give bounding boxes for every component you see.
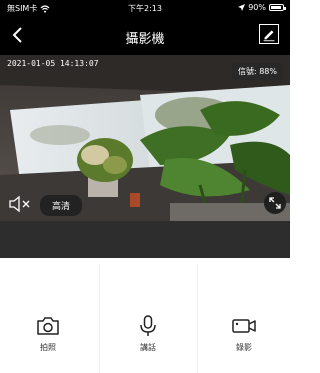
record-button[interactable]: 錄影 xyxy=(196,258,292,373)
edit-icon[interactable] xyxy=(259,24,279,44)
video-bottom-bar xyxy=(0,221,290,258)
page-title: 攝影機 xyxy=(125,32,165,47)
status-bar: 無SIM卡 下午2:13 90% xyxy=(0,0,290,17)
location-arrow-icon xyxy=(238,4,246,11)
control-panel: 拍照 講話 錄影 xyxy=(0,258,290,373)
video-camera-icon xyxy=(232,319,256,333)
snapshot-label: 拍照 xyxy=(40,343,56,352)
snapshot-button[interactable]: 拍照 xyxy=(0,258,96,373)
speaker-muted-icon[interactable] xyxy=(7,195,33,213)
battery-percent: 90% xyxy=(248,3,266,12)
microphone-icon xyxy=(140,315,156,336)
talk-button[interactable]: 講話 xyxy=(100,258,196,373)
status-right: 90% xyxy=(238,3,286,12)
fullscreen-icon[interactable] xyxy=(264,192,286,214)
camera-video-feed[interactable]: 2021-01-05 14:13:07 信號: 88% 高清 xyxy=(0,55,290,221)
camera-icon xyxy=(37,317,59,335)
quality-toggle[interactable]: 高清 xyxy=(40,195,83,216)
record-label: 錄影 xyxy=(236,343,252,352)
video-timestamp: 2021-01-05 14:13:07 xyxy=(7,59,99,68)
signal-badge: 信號: 88% xyxy=(231,63,283,80)
talk-label: 講話 xyxy=(140,343,156,352)
nav-bar: 攝影機 xyxy=(0,17,290,55)
battery-fill xyxy=(271,6,281,9)
battery-icon xyxy=(269,4,286,11)
